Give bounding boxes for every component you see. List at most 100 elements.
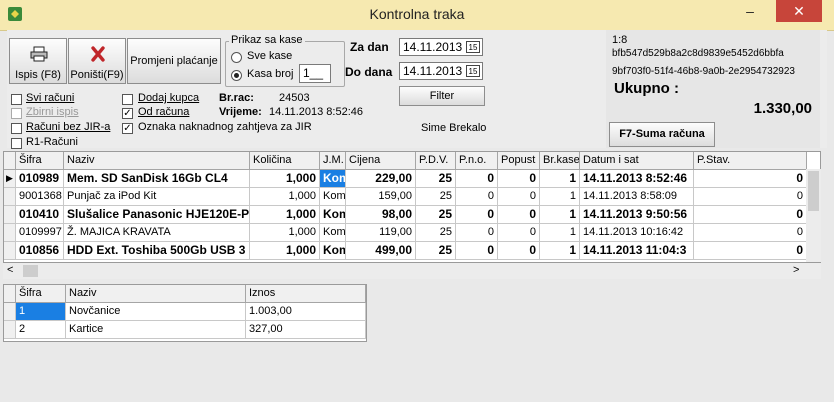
column-header[interactable]: P.Stav. — [694, 152, 807, 170]
calendar-icon[interactable]: 15 — [466, 41, 480, 53]
all-bills-checkbox[interactable] — [11, 94, 22, 105]
table-cell[interactable]: 0 — [456, 188, 498, 206]
column-header[interactable]: J.M. — [320, 152, 346, 170]
horizontal-scrollbar[interactable]: < > — [3, 263, 821, 279]
add-customer-checkbox[interactable] — [122, 94, 133, 105]
table-cell[interactable]: 010856 — [16, 242, 64, 260]
table-cell[interactable]: 1 — [540, 170, 580, 188]
table-cell[interactable]: 0109997 — [16, 224, 64, 242]
table-cell[interactable]: 1,000 — [250, 242, 320, 260]
row-indicator[interactable] — [4, 303, 16, 321]
table-cell[interactable]: 1 — [540, 242, 580, 260]
table-cell[interactable]: Ž. MAJICA KRAVATA — [64, 224, 250, 242]
column-header[interactable]: Popust — [498, 152, 540, 170]
table-cell[interactable]: 9001368 — [16, 188, 64, 206]
table-cell[interactable]: 0 — [694, 224, 807, 242]
row-indicator[interactable] — [4, 206, 16, 224]
no-jir-checkbox[interactable] — [11, 123, 22, 134]
row-indicator[interactable] — [4, 321, 16, 339]
table-cell[interactable]: 0 — [456, 224, 498, 242]
row-indicator[interactable] — [4, 242, 16, 260]
table-cell[interactable]: Kom — [320, 170, 346, 188]
table-cell[interactable]: 0 — [456, 170, 498, 188]
table-cell[interactable]: 0 — [498, 242, 540, 260]
scroll-right-icon[interactable]: > — [793, 264, 799, 276]
print-button[interactable]: Ispis (F8) — [9, 38, 67, 84]
column-header[interactable]: P.D.V. — [416, 152, 456, 170]
table-cell[interactable]: 1 — [540, 224, 580, 242]
scroll-thumb[interactable] — [808, 171, 819, 211]
scroll-left-icon[interactable]: < — [7, 264, 13, 276]
table-cell[interactable]: 0 — [694, 242, 807, 260]
vertical-scrollbar[interactable] — [806, 169, 821, 262]
column-header[interactable]: Šifra — [16, 285, 66, 303]
table-cell[interactable]: 98,00 — [346, 206, 416, 224]
row-indicator[interactable] — [4, 188, 16, 206]
row-indicator[interactable] — [4, 224, 16, 242]
table-cell[interactable]: HDD Ext. Toshiba 500Gb USB 3 — [64, 242, 250, 260]
cancel-button[interactable]: Poništi(F9) — [68, 38, 126, 84]
summary-print-checkbox[interactable] — [11, 108, 22, 119]
table-cell[interactable]: 0 — [456, 242, 498, 260]
all-registers-radio[interactable] — [231, 52, 242, 63]
table-cell[interactable]: 119,00 — [346, 224, 416, 242]
column-header[interactable]: Količina — [250, 152, 320, 170]
column-header[interactable]: Br.kase — [540, 152, 580, 170]
table-cell[interactable]: Kom — [320, 188, 346, 206]
table-cell[interactable]: 2 — [16, 321, 66, 339]
from-bill-checkbox[interactable]: ✓ — [122, 108, 133, 119]
table-cell[interactable]: 14.11.2013 8:52:46 — [580, 170, 694, 188]
table-cell[interactable]: 0 — [694, 188, 807, 206]
close-button[interactable]: ✕ — [776, 0, 822, 22]
table-cell[interactable]: 25 — [416, 242, 456, 260]
r1-checkbox[interactable] — [11, 138, 22, 149]
table-cell[interactable]: 010410 — [16, 206, 64, 224]
column-header[interactable]: Datum i sat — [580, 152, 694, 170]
table-cell[interactable]: 1.003,00 — [246, 303, 366, 321]
table-cell[interactable]: 159,00 — [346, 188, 416, 206]
table-cell[interactable]: 0 — [694, 206, 807, 224]
table-cell[interactable]: 0 — [498, 224, 540, 242]
column-header[interactable]: Cijena — [346, 152, 416, 170]
table-cell[interactable]: Mem. SD SanDisk 16Gb CL4 — [64, 170, 250, 188]
table-cell[interactable]: 1,000 — [250, 206, 320, 224]
table-cell[interactable]: 1,000 — [250, 224, 320, 242]
sum-bills-button[interactable]: F7-Suma računa — [609, 122, 715, 147]
one-register-radio[interactable] — [231, 70, 242, 81]
table-cell[interactable]: Punjač za iPod Kit — [64, 188, 250, 206]
table-cell[interactable]: Slušalice Panasonic HJE120E-P — [64, 206, 250, 224]
table-cell[interactable]: 25 — [416, 206, 456, 224]
table-cell[interactable]: Kartice — [66, 321, 246, 339]
minimize-button[interactable]: – — [735, 0, 765, 22]
jir-flag-checkbox[interactable]: ✓ — [122, 123, 133, 134]
table-cell[interactable]: 1,000 — [250, 170, 320, 188]
scroll-thumb[interactable] — [23, 265, 38, 277]
table-cell[interactable]: 0 — [498, 206, 540, 224]
calendar-icon[interactable]: 15 — [466, 65, 480, 77]
table-cell[interactable]: 229,00 — [346, 170, 416, 188]
table-cell[interactable]: 1 — [540, 206, 580, 224]
column-header[interactable]: Šifra — [16, 152, 64, 170]
column-header[interactable]: Naziv — [66, 285, 246, 303]
table-cell[interactable]: 499,00 — [346, 242, 416, 260]
table-cell[interactable]: 14.11.2013 11:04:3 — [580, 242, 694, 260]
table-cell[interactable]: Kom — [320, 242, 346, 260]
column-header[interactable]: P.n.o. — [456, 152, 498, 170]
table-cell[interactable]: 25 — [416, 224, 456, 242]
table-cell[interactable]: 327,00 — [246, 321, 366, 339]
change-payment-button[interactable]: Promjeni plaćanje — [127, 38, 221, 84]
table-cell[interactable]: 25 — [416, 170, 456, 188]
table-cell[interactable]: 14.11.2013 8:58:09 — [580, 188, 694, 206]
column-header[interactable]: Iznos — [246, 285, 366, 303]
table-cell[interactable]: 1 — [540, 188, 580, 206]
table-cell[interactable]: 1 — [16, 303, 66, 321]
table-cell[interactable]: 010989 — [16, 170, 64, 188]
table-cell[interactable]: 14.11.2013 9:50:56 — [580, 206, 694, 224]
row-indicator[interactable]: ▶ — [4, 170, 16, 188]
table-cell[interactable]: 25 — [416, 188, 456, 206]
table-cell[interactable]: 0 — [498, 170, 540, 188]
table-cell[interactable]: Kom — [320, 206, 346, 224]
table-cell[interactable]: Kom — [320, 224, 346, 242]
register-number-input[interactable]: 1__ — [299, 64, 331, 83]
table-cell[interactable]: 1,000 — [250, 188, 320, 206]
